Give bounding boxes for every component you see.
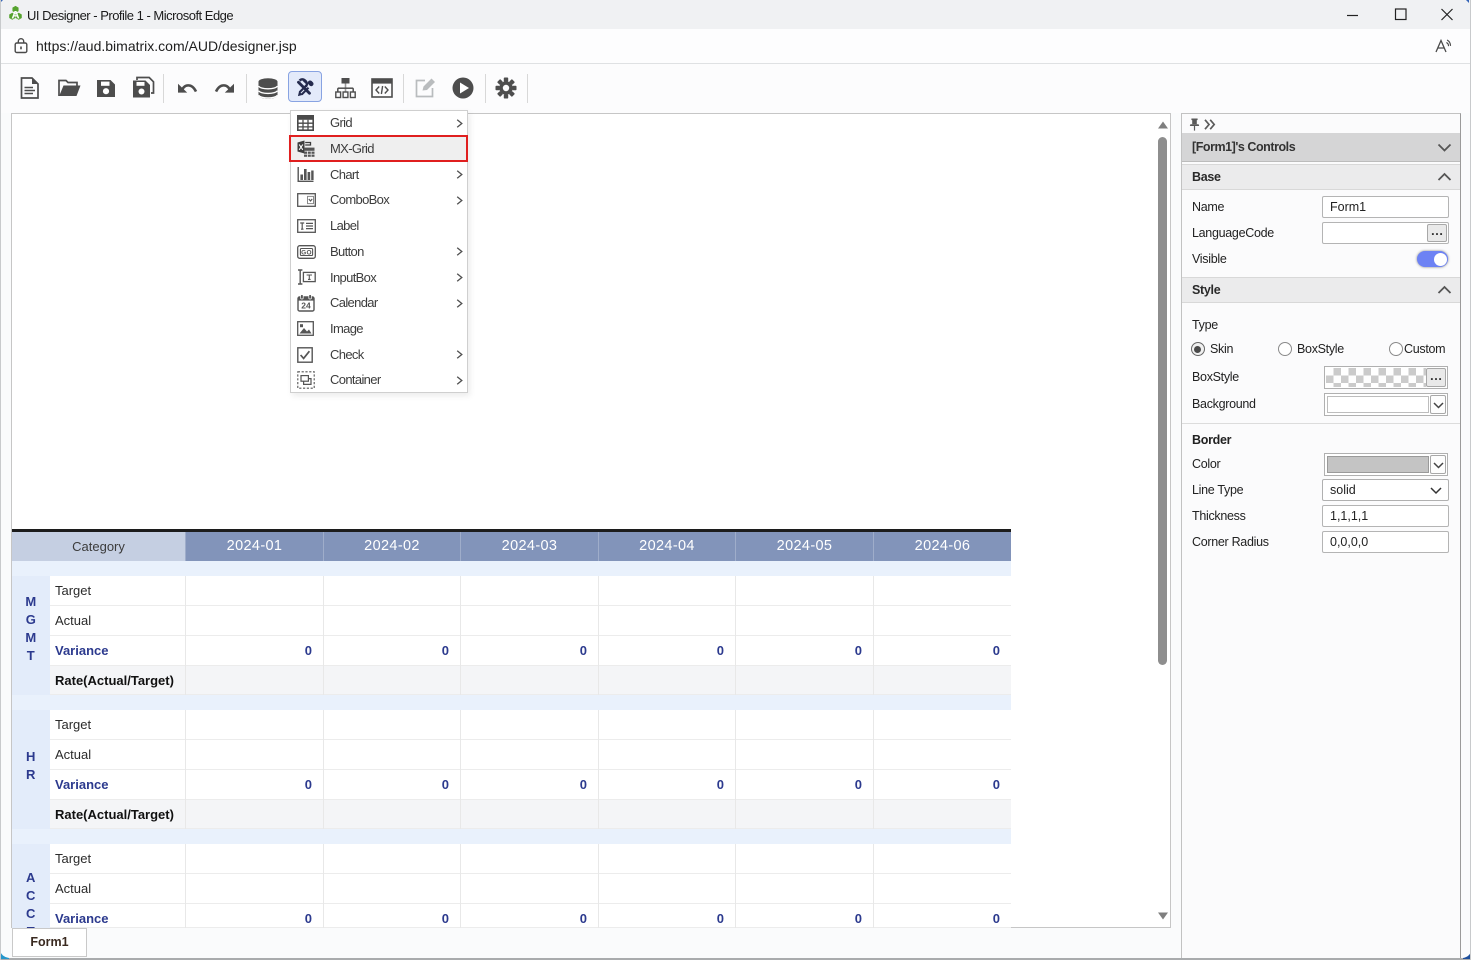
svg-text:GO: GO bbox=[301, 249, 312, 256]
svg-text:A: A bbox=[11, 9, 19, 21]
svg-text:24: 24 bbox=[301, 301, 311, 311]
